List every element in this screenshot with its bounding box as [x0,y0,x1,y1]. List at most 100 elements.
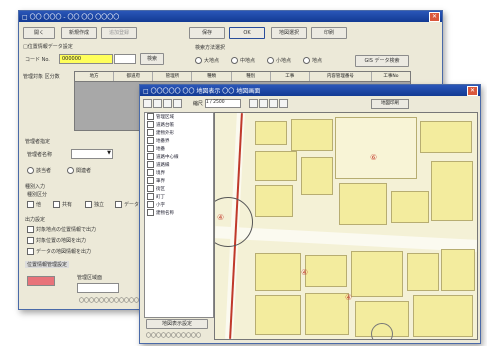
zoom-in-icon[interactable] [143,99,152,108]
radio-mid-point[interactable]: 中地点 [231,57,255,64]
checkbox-box [147,185,154,192]
building [305,255,347,287]
layer-label: 建物名称 [156,211,174,216]
radio-large-point[interactable]: 大地点 [195,57,219,64]
radio-circle [195,57,202,64]
check-shared[interactable]: 共有 [53,201,72,208]
manager-field-label: 管理者名称 [27,152,53,158]
building [413,295,473,337]
layer-tree-item[interactable]: 境界 [147,169,213,177]
layer-tree-item[interactable]: 道路中心線 [147,153,213,161]
table-header-cell: 工事No [383,74,399,79]
radio-related[interactable]: 関連者 [67,167,91,174]
checkbox-box [27,237,34,244]
layer-tree-item[interactable]: 道路台帳 [147,121,213,129]
layer-icon[interactable] [258,99,268,108]
manager-select[interactable]: ▼ [71,149,113,159]
layer-label: 道路縁 [156,163,170,168]
info-icon[interactable] [278,99,288,108]
map-canvas[interactable]: ⑥ ④ ④ ④ [214,112,478,340]
building [407,253,439,291]
check-other[interactable]: 他 [27,201,41,208]
check-independent[interactable]: 独立 [85,201,104,208]
output-check-map[interactable]: 対象位置の地図を出力 [27,237,86,244]
print-button[interactable]: 印刷 [311,27,347,39]
layer-tree-item[interactable]: 街区 [147,185,213,193]
radio-circle [231,57,238,64]
code-field-secondary[interactable] [114,54,136,64]
measure-icon[interactable] [248,99,258,108]
check-data[interactable]: データ [115,201,139,208]
checkbox-label: 共有 [62,202,73,208]
building [339,183,387,225]
layer-tree-item[interactable]: 建物名称 [147,209,213,217]
layer-label: 街区 [156,187,165,192]
radio-label: 大地点 [204,58,220,64]
pan-icon[interactable] [163,99,172,108]
checkbox-box [147,121,154,128]
footer-color-swatch[interactable] [27,276,55,286]
code-field[interactable]: 000000 [59,54,113,64]
layer-label: 境界 [156,171,165,176]
layer-tree-item[interactable]: 町丁 [147,193,213,201]
select-icon[interactable] [173,99,182,108]
search-button[interactable]: 検索 [140,53,164,65]
checkbox-box [147,153,154,160]
layer-label: 小字 [156,203,165,208]
zoom-select[interactable]: 1 / 2500 [204,99,241,108]
output-check-data[interactable]: データの地図情報を出力 [27,248,91,255]
radio-point[interactable]: 地点 [303,57,322,64]
building [420,121,472,153]
new-button[interactable]: 新規作成 [61,27,97,39]
radio-small-point[interactable]: 小地点 [267,57,291,64]
layer-tree-item[interactable]: 地番界 [147,137,213,145]
layer-label: 町丁 [156,195,165,200]
radio-applicable[interactable]: 該当者 [27,167,51,174]
map-label: ④ [345,293,353,302]
type-class-label: 種別区分 [27,192,48,198]
layer-tree-item[interactable]: 小字 [147,201,213,209]
checkbox-box [147,113,154,120]
table-header-cell: 工事 [271,72,310,81]
checkbox-box [147,145,154,152]
table-header-cell: 内容管理番号 [310,72,372,81]
layer-label: 地番 [156,147,165,152]
map-window-status: 〇〇〇〇〇〇〇〇〇〇〇 [146,333,202,339]
layer-tree-item[interactable]: 地番 [147,145,213,153]
table-section-label: 管理対象 区分数 [23,74,60,80]
zoom-out-icon[interactable] [153,99,162,108]
layer-tree-item[interactable]: 道路縁 [147,161,213,169]
radio-label: 関連者 [76,168,92,174]
ok-button[interactable]: OK [229,27,265,39]
back-window-close-button[interactable]: ✕ [429,11,440,22]
checkbox-box [147,193,154,200]
layer-tree-item[interactable]: 管理区域 [147,113,213,121]
map-print-button[interactable]: 地図印刷 [371,99,409,109]
checkbox-label: 独立 [94,202,105,208]
map-label: ④ [301,268,309,277]
checkbox-box [27,226,34,233]
save-button[interactable]: 保存 [189,27,225,39]
map-settings-button[interactable]: 地図表示設定 [146,319,208,329]
layer-label: 筆界 [156,179,165,184]
radio-label: 中地点 [240,58,256,64]
footer-field[interactable] [77,283,119,293]
output-check-position[interactable]: 対象地点の位置情報で出力 [27,226,96,233]
layer-tree-item[interactable]: 筆界 [147,177,213,185]
table-header-cell: 都道府 [114,72,154,81]
layer-tree-item[interactable]: 建物外形 [147,129,213,137]
add-button[interactable]: 追加登録 [101,27,137,39]
map-select-button[interactable]: 地図選択 [271,27,307,39]
layer-tree[interactable]: 管理区域 道路台帳 建物外形 地番界 地番 道路中心線 道路縁 境界 筆界 街区… [144,112,214,318]
open-button[interactable]: 開く [23,27,55,39]
building [335,117,417,179]
gis-search-button[interactable]: GIS データ検索 [355,55,409,67]
table-header-cell: 管理所 [153,72,193,81]
checkbox-box [147,201,154,208]
building [255,151,297,181]
radio-circle [67,167,74,174]
map-window-close-button[interactable]: ✕ [467,85,478,96]
table-header-cell: 種別 [232,72,271,81]
refresh-icon[interactable] [268,99,278,108]
zoom-label: 縮尺 [192,101,203,107]
